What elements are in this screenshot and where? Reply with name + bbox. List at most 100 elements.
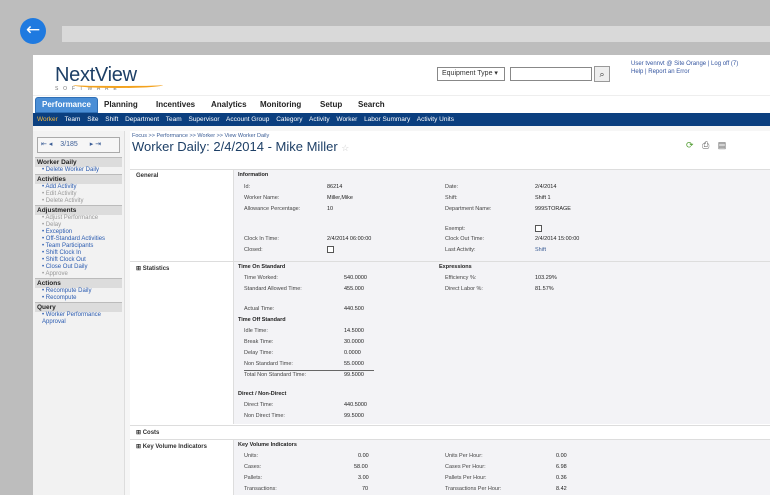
transactions-per-hour-value: 8.42 [556,486,567,492]
exempt-label: Exempt: [445,226,466,232]
direct-labor-value: 81.57% [535,286,554,292]
subtab-worker-2[interactable]: Worker [336,116,357,123]
tab-planning[interactable]: Planning [104,98,138,112]
help-links-line[interactable]: Help | Report an Error [631,68,738,76]
page-tools: ⟳ ⎙ ▤ [686,140,732,151]
address-bar[interactable] [62,26,770,42]
nonstd-time-label: Non Standard Time: [244,361,293,367]
direct-labor-label: Direct Labor %: [445,286,483,292]
record-pager: ⇤ ◂ 3/185 ▸ ⇥ [37,137,120,153]
shift-value: Shift 1 [535,195,551,201]
sidebar-item-delete-worker-daily[interactable]: • Delete Worker Daily [35,167,122,174]
equipment-type-select[interactable]: Equipment Type ▾ [437,67,505,81]
tab-setup[interactable]: Setup [320,98,342,112]
tab-incentives[interactable]: Incentives [156,98,195,112]
subtab-site[interactable]: Site [87,116,98,123]
section-label[interactable]: ⊞ Statistics [136,265,169,272]
total-nonstd-value: 99.5000 [344,372,364,378]
sidebar-item-shift-clock-out[interactable]: • Shift Clock Out [35,257,122,264]
sidebar-item-team-participants[interactable]: • Team Participants [35,243,122,250]
sidebar-section-activities: Activities • Add Activity • Edit Activit… [35,174,122,205]
subtab-activity-units[interactable]: Activity Units [417,116,454,123]
last-activity-value[interactable]: Shift [535,247,546,253]
expand-icon[interactable]: ⊞ [136,266,141,272]
cases-value: 58.00 [354,464,368,470]
sum-divider [244,370,374,371]
user-session-line[interactable]: User tvennvt @ Site Orange | Log off (7) [631,60,738,68]
subtab-worker[interactable]: Worker [37,116,58,123]
section-label: General [136,173,159,179]
sidebar-section-adjustments: Adjustments • Adjust Performance • Delay… [35,205,122,278]
exempt-checkbox[interactable] [535,225,542,232]
closed-checkbox[interactable] [327,246,334,253]
sidebar-item-shift-clock-in[interactable]: • Shift Clock In [35,250,122,257]
date-label: Date: [445,184,459,190]
sidebar-item-off-standard[interactable]: • Off-Standard Activities [35,236,122,243]
back-arrow-icon[interactable]: ← [20,18,46,44]
tab-performance[interactable]: Performance [35,97,98,113]
equipment-type-label: Equipment Type [442,70,493,77]
section-general: General Information Id: 86214 Worker Nam… [130,169,770,262]
clock-in-value: 2/4/2014 06:00:00 [327,236,372,242]
favorite-star-icon[interactable]: ☆ [341,143,349,153]
sub-nav: Worker Team Site Shift Department Team S… [33,113,770,126]
section-label[interactable]: ⊞ Costs [136,429,159,436]
delay-time-label: Delay Time: [244,350,274,356]
sidebar-item-adjust-performance: • Adjust Performance [42,215,99,221]
idle-time-value: 14.5000 [344,328,364,334]
subtab-account-group[interactable]: Account Group [226,116,269,123]
clock-out-value: 2/4/2014 15:00:00 [535,236,580,242]
last-record-icon[interactable]: ⇥ [95,141,101,148]
sidebar-item-recompute[interactable]: • Recompute [35,295,122,302]
group-time-on-standard: Time On Standard [238,264,286,270]
section-label[interactable]: ⊞ Key Volume Indicators [136,443,207,450]
subtab-labor-summary[interactable]: Labor Summary [364,116,410,123]
actual-time-value: 440.500 [344,306,364,312]
subtab-team[interactable]: Team [65,116,81,123]
tab-monitoring[interactable]: Monitoring [260,98,301,112]
subtab-department[interactable]: Department [125,116,159,123]
search-icon[interactable]: ⌕ [594,66,610,82]
subtab-activity[interactable]: Activity [309,116,330,123]
subtab-category[interactable]: Category [276,116,302,123]
last-activity-label: Last Activity: [445,247,476,253]
units-label: Units: [244,453,259,459]
sidebar-section-worker-daily: Worker Daily • Delete Worker Daily [35,157,122,174]
transactions-value: 70 [362,486,369,492]
prev-record-icon[interactable]: ◂ [49,141,53,148]
sidebar-head: Actions [35,278,122,288]
id-label: Id: [244,184,251,190]
header-search-input[interactable] [510,67,592,81]
refresh-icon[interactable]: ⟳ [686,140,694,150]
tab-analytics[interactable]: Analytics [211,98,247,112]
sidebar-section-actions: Actions • Recompute Daily • Recompute [35,278,122,302]
sidebar-item-recompute-daily[interactable]: • Recompute Daily [35,288,122,295]
tab-search[interactable]: Search [358,98,385,112]
sidebar-item-worker-performance-approval[interactable]: • Worker Performance Approval [35,312,122,326]
shift-label: Shift: [445,195,458,201]
cases-per-hour-label: Cases Per Hour: [445,464,486,470]
sidebar-item-exception[interactable]: • Exception [35,229,122,236]
browser-window: ← NextView SOFTWARE Equipment Type ▾ ⌕ U… [0,0,770,495]
group-information: Information [238,172,269,178]
sidebar-item-close-out-daily[interactable]: • Close Out Daily [35,264,122,271]
expand-icon[interactable]: ⊞ [136,444,141,450]
subtab-supervisor[interactable]: Supervisor [188,116,219,123]
sidebar-item-delay: • Delay [42,222,62,228]
group-direct-nondirect: Direct / Non-Direct [238,391,287,397]
document-icon[interactable]: ▤ [718,140,727,150]
subtab-team-2[interactable]: Team [166,116,182,123]
print-icon[interactable]: ⎙ [702,140,709,150]
units-per-hour-label: Units Per Hour: [445,453,483,459]
first-record-icon[interactable]: ⇤ [41,141,47,148]
actual-time-label: Actual Time: [244,306,275,312]
subtab-shift[interactable]: Shift [105,116,118,123]
group-time-off-standard: Time Off Standard [238,317,286,323]
department-value: 999STORAGE [535,206,571,212]
sidebar-head: Worker Daily [35,157,122,167]
expand-icon[interactable]: ⊞ [136,430,141,436]
section-kvi: ⊞ Key Volume Indicators Key Volume Indic… [130,439,770,495]
next-record-icon[interactable]: ▸ [90,141,94,148]
units-per-hour-value: 0.00 [556,453,567,459]
sidebar-item-add-activity[interactable]: • Add Activity [35,184,122,191]
